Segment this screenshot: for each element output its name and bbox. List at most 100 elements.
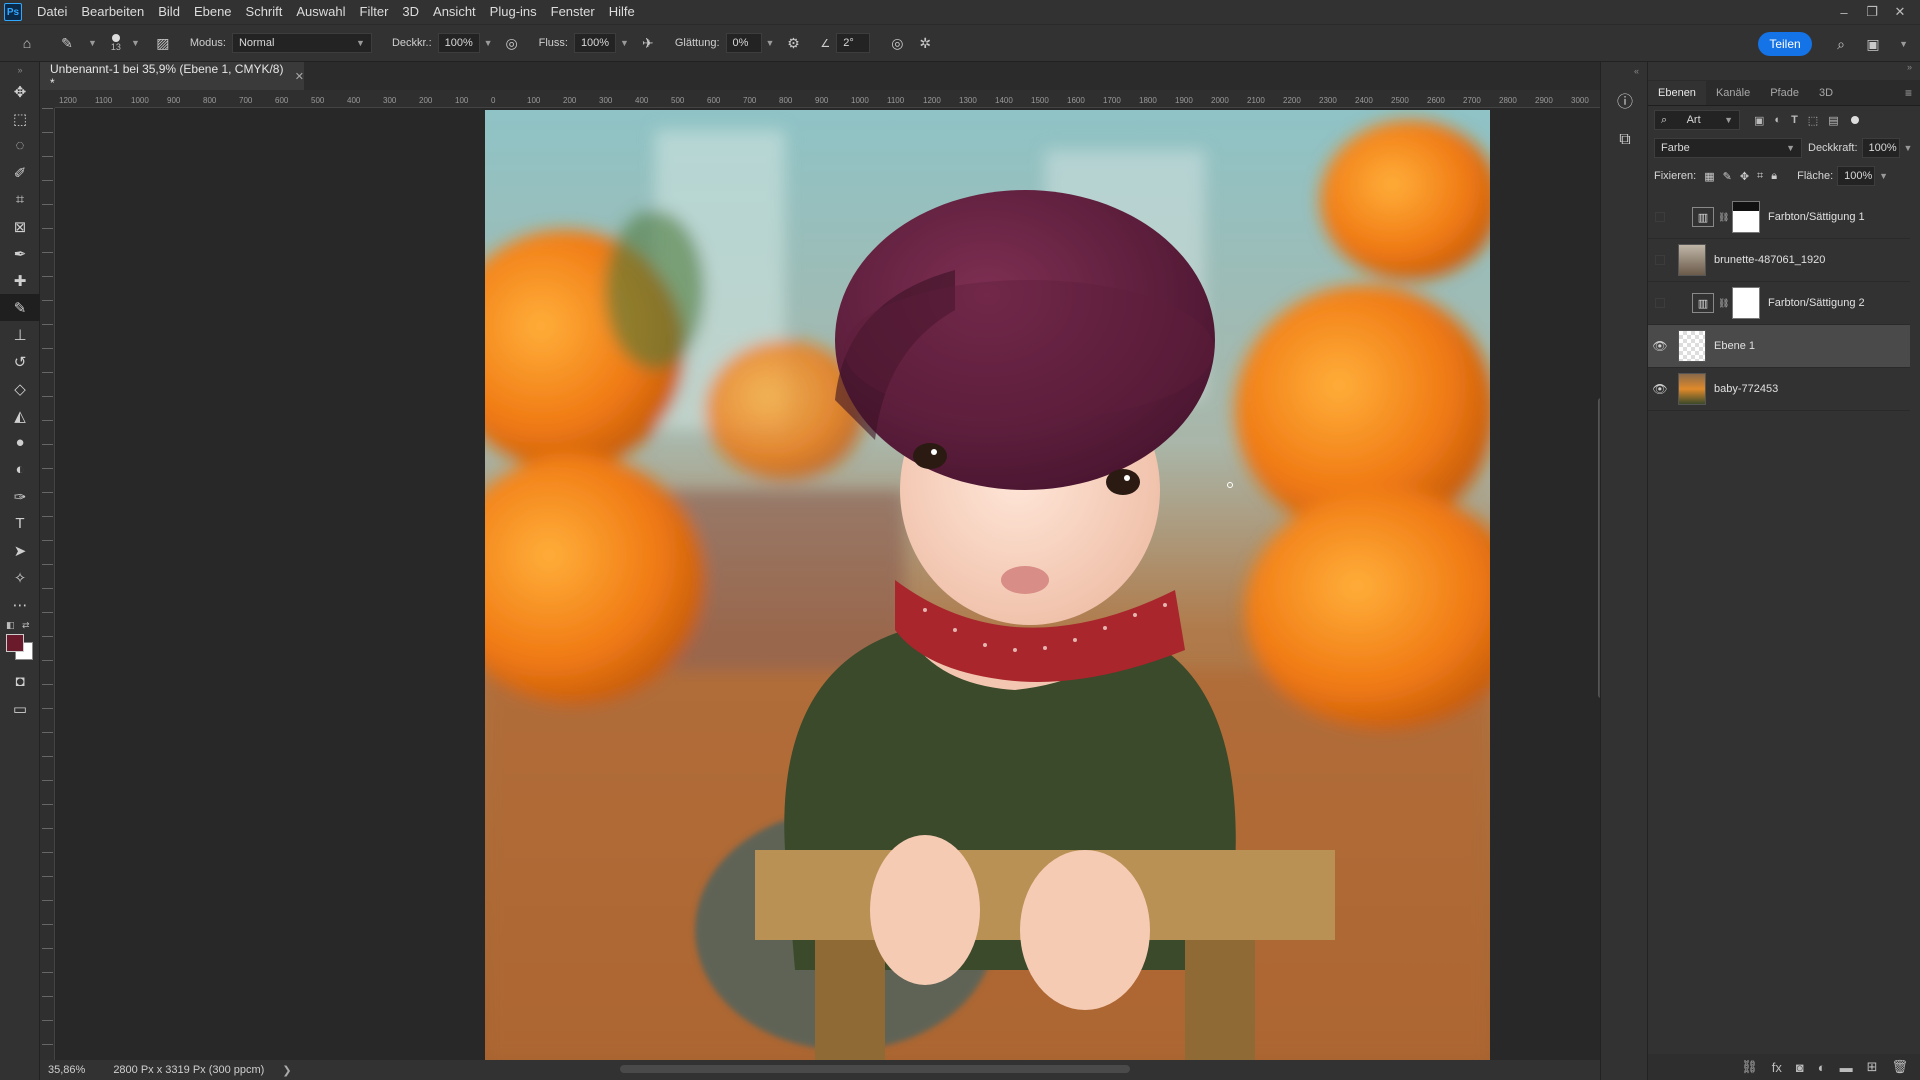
history-brush-tool-icon[interactable]: ↺ bbox=[0, 348, 40, 375]
filter-toggle-icon[interactable] bbox=[1850, 116, 1859, 124]
pressure-size-icon[interactable]: ◎ bbox=[886, 32, 908, 54]
vertical-ruler[interactable] bbox=[40, 108, 55, 1060]
lock-position-icon[interactable]: ✥ bbox=[1740, 170, 1749, 183]
document-tab[interactable]: Unbenannt-1 bei 35,9% (Ebene 1, CMYK/8) … bbox=[40, 62, 304, 90]
dodge-tool-icon[interactable]: ◐ bbox=[0, 456, 40, 483]
menu-filter[interactable]: Filter bbox=[353, 0, 396, 24]
foreground-color-swatch[interactable] bbox=[6, 634, 24, 652]
lock-pixels-icon[interactable]: ✎ bbox=[1723, 170, 1732, 183]
menu-bild[interactable]: Bild bbox=[151, 0, 187, 24]
chevron-down-icon[interactable]: ▼ bbox=[766, 38, 775, 48]
menu-fenster[interactable]: Fenster bbox=[544, 0, 602, 24]
filter-type-icon[interactable]: T bbox=[1791, 114, 1798, 126]
chevron-down-icon[interactable]: ▼ bbox=[1879, 171, 1888, 181]
chevron-right-icon[interactable]: ❯ bbox=[282, 1064, 291, 1077]
quick-mask-icon[interactable]: ◘ bbox=[0, 668, 40, 695]
restore-icon[interactable]: ❐ bbox=[1858, 4, 1886, 20]
new-group-icon[interactable]: ▬ bbox=[1840, 1060, 1853, 1075]
chevron-down-icon[interactable]: ▼ bbox=[88, 38, 97, 48]
filter-smart-object-icon[interactable]: ▤ bbox=[1828, 114, 1838, 127]
layer-row[interactable]: ▥ ⛓ Farbton/Sättigung 1 bbox=[1648, 196, 1910, 239]
chain-link-icon[interactable]: ⛓ bbox=[1718, 212, 1729, 223]
paint-bucket-tool-icon[interactable]: ◭ bbox=[0, 402, 40, 429]
mode-select[interactable]: Normal ▼ bbox=[231, 33, 372, 53]
chevron-down-icon[interactable]: ▼ bbox=[484, 38, 493, 48]
eraser-tool-icon[interactable]: ◇ bbox=[0, 375, 40, 402]
gear-icon[interactable]: ⚙ bbox=[782, 32, 804, 54]
close-icon[interactable]: ✕ bbox=[1886, 4, 1914, 20]
eye-icon[interactable]: 👁︎ bbox=[1648, 382, 1672, 396]
menu-ebene[interactable]: Ebene bbox=[187, 0, 239, 24]
fill-input[interactable]: 100% bbox=[1837, 166, 1876, 186]
layer-mask-thumbnail[interactable] bbox=[1732, 287, 1760, 319]
new-layer-icon[interactable]: ⊞ bbox=[1867, 1059, 1878, 1075]
blur-tool-icon[interactable]: ● bbox=[0, 429, 40, 456]
layer-row[interactable]: 👁︎ baby-772453 bbox=[1648, 368, 1910, 411]
more-tools-icon[interactable]: ⋯ bbox=[0, 591, 40, 618]
chevron-down-icon[interactable]: ▼ bbox=[1899, 39, 1908, 49]
filter-shape-icon[interactable]: ⬚ bbox=[1808, 114, 1818, 127]
lasso-tool-icon[interactable]: ◌ bbox=[0, 132, 40, 159]
layer-row[interactable]: brunette-487061_1920 bbox=[1648, 239, 1910, 282]
close-icon[interactable]: ✕ bbox=[295, 70, 304, 83]
default-colors-icon[interactable]: ◧ bbox=[6, 620, 15, 631]
visibility-toggle[interactable] bbox=[1648, 298, 1672, 308]
add-mask-icon[interactable]: ◙ bbox=[1796, 1060, 1804, 1075]
layer-name[interactable]: Ebene 1 bbox=[1714, 340, 1755, 352]
chevron-down-icon[interactable]: ▼ bbox=[1904, 143, 1913, 153]
eyedropper-tool-icon[interactable]: ✒ bbox=[0, 240, 40, 267]
tab-kanaele[interactable]: Kanäle bbox=[1706, 81, 1760, 105]
opacity-input[interactable]: 100% bbox=[437, 33, 480, 53]
airbrush-icon[interactable]: ✈ bbox=[637, 32, 659, 54]
delete-layer-icon[interactable]: 🗑︎ bbox=[1891, 1059, 1908, 1075]
quick-selection-tool-icon[interactable]: ✐ bbox=[0, 159, 40, 186]
layer-style-icon[interactable]: fx bbox=[1772, 1060, 1782, 1075]
brush-preset-icon[interactable]: ✎ bbox=[56, 32, 78, 54]
pressure-opacity-icon[interactable]: ◎ bbox=[501, 32, 523, 54]
link-layers-icon[interactable]: ⛓ bbox=[1741, 1059, 1758, 1075]
clone-stamp-tool-icon[interactable]: ⊥ bbox=[0, 321, 40, 348]
menu-auswahl[interactable]: Auswahl bbox=[289, 0, 352, 24]
filter-adjustment-icon[interactable]: ◐ bbox=[1774, 114, 1781, 126]
tab-3d[interactable]: 3D bbox=[1809, 81, 1843, 105]
lock-all-icon[interactable]: 🔒︎ bbox=[1771, 170, 1777, 183]
layer-name[interactable]: brunette-487061_1920 bbox=[1714, 254, 1825, 266]
marquee-tool-icon[interactable]: ⬚ bbox=[0, 105, 40, 132]
collapse-toolbar-icon[interactable]: » bbox=[0, 62, 40, 78]
horizontal-scrollbar[interactable] bbox=[620, 1065, 1130, 1073]
layer-name[interactable]: baby-772453 bbox=[1714, 383, 1778, 395]
lock-transparent-icon[interactable]: ▦ bbox=[1704, 170, 1714, 183]
tab-pfade[interactable]: Pfade bbox=[1760, 81, 1809, 105]
screen-mode-icon[interactable]: ▭ bbox=[0, 695, 40, 722]
canvas-image[interactable] bbox=[485, 110, 1490, 1060]
move-tool-icon[interactable]: ✥ bbox=[0, 78, 40, 105]
crop-tool-icon[interactable]: ⌗ bbox=[0, 186, 40, 213]
filter-pixel-icon[interactable]: ▣ bbox=[1754, 114, 1764, 127]
workspace-icon[interactable]: ▣ bbox=[1862, 33, 1884, 55]
chevron-down-icon[interactable]: ▼ bbox=[620, 38, 629, 48]
search-icon[interactable]: ⌕ bbox=[1830, 33, 1852, 55]
collapse-icon[interactable]: « bbox=[1601, 62, 1649, 80]
swap-colors-icon[interactable]: ⇄ bbox=[22, 620, 30, 631]
adjustments-icon[interactable]: ⧉ bbox=[1601, 120, 1649, 160]
layer-name[interactable]: Farbton/Sättigung 1 bbox=[1768, 211, 1865, 223]
frame-tool-icon[interactable]: ⊠ bbox=[0, 213, 40, 240]
vertical-scrollbar[interactable] bbox=[1590, 108, 1604, 1060]
shape-tool-icon[interactable]: ✧ bbox=[0, 564, 40, 591]
blend-mode-select[interactable]: Farbe ▼ bbox=[1654, 138, 1802, 158]
home-icon[interactable]: ⌂ bbox=[16, 32, 38, 54]
smoothing-input[interactable]: 0% bbox=[725, 33, 762, 53]
flow-input[interactable]: 100% bbox=[573, 33, 616, 53]
layer-opacity-input[interactable]: 100% bbox=[1861, 138, 1900, 158]
visibility-toggle[interactable] bbox=[1648, 212, 1672, 222]
menu-schrift[interactable]: Schrift bbox=[239, 0, 290, 24]
layer-kind-filter[interactable]: ⌕ Art ▼ bbox=[1654, 110, 1740, 130]
new-adjustment-icon[interactable]: ◐ bbox=[1818, 1060, 1826, 1075]
menu-datei[interactable]: Datei bbox=[30, 0, 74, 24]
minimize-icon[interactable]: – bbox=[1830, 5, 1858, 20]
share-button[interactable]: Teilen bbox=[1758, 32, 1812, 56]
brush-tool-icon[interactable]: ✎ bbox=[0, 294, 40, 321]
path-selection-tool-icon[interactable]: ➤ bbox=[0, 537, 40, 564]
menu-bearbeiten[interactable]: Bearbeiten bbox=[74, 0, 151, 24]
tab-ebenen[interactable]: Ebenen bbox=[1648, 81, 1706, 105]
